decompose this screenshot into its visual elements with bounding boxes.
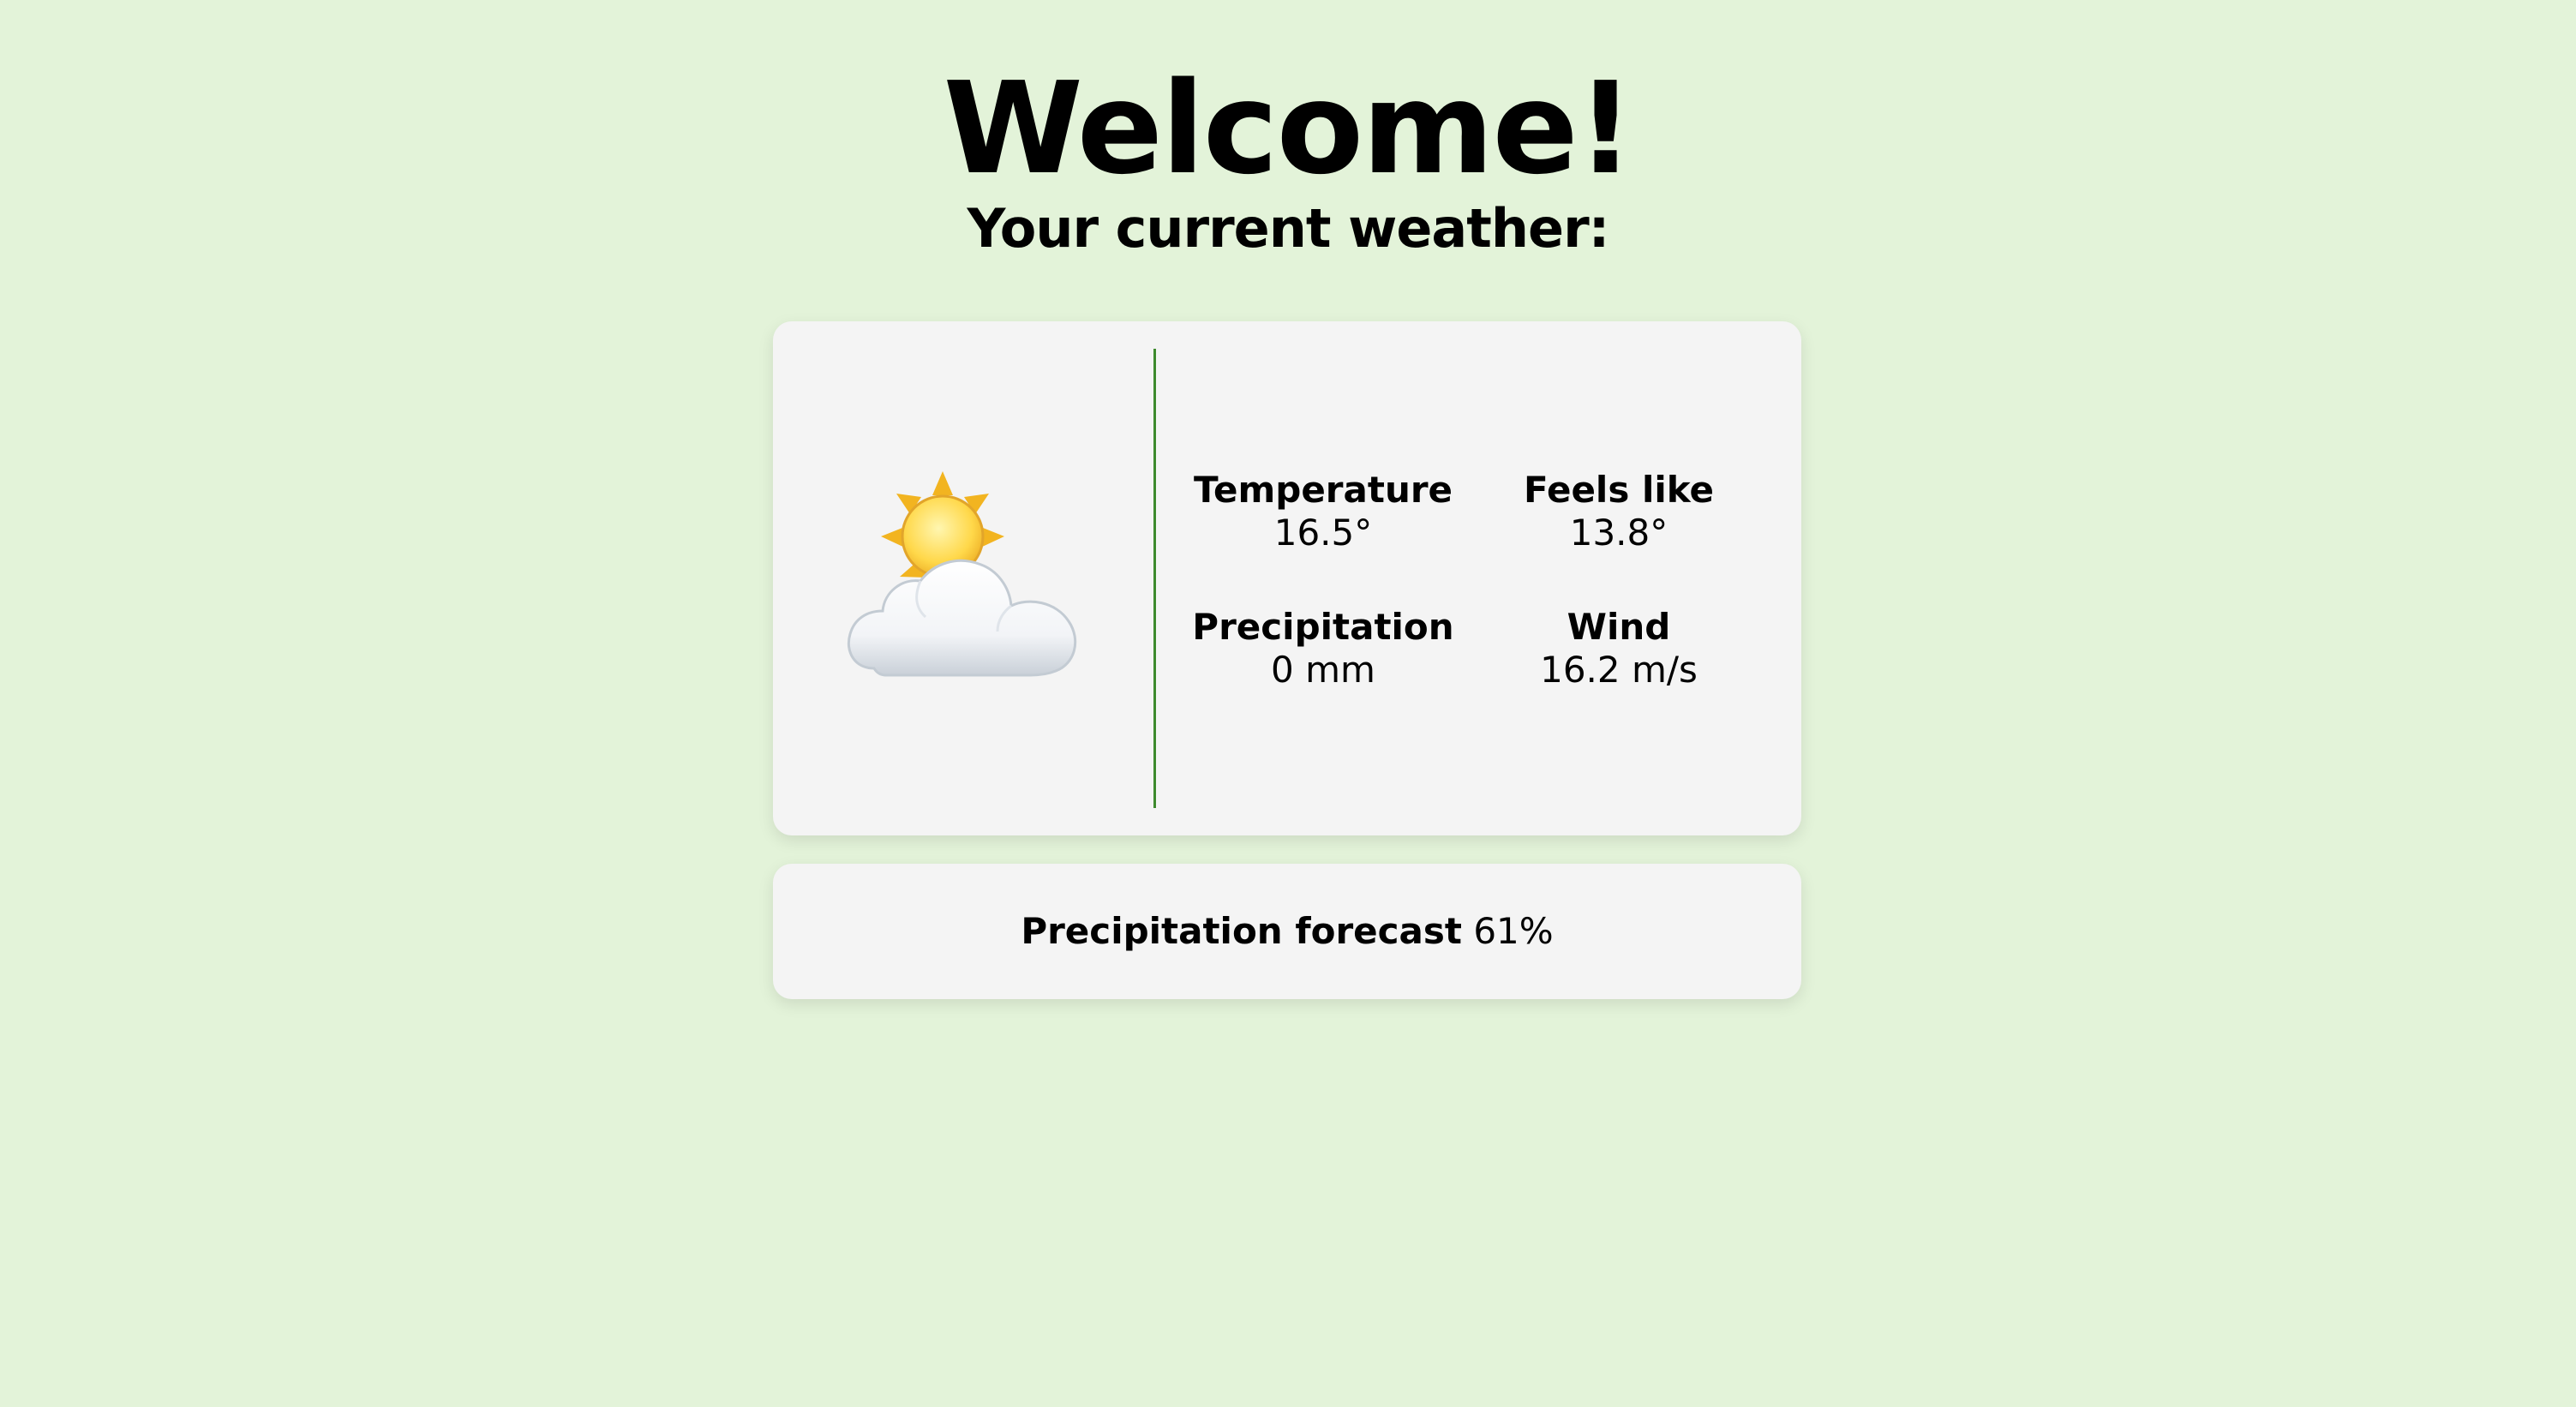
feels-like-value: 13.8° [1569,512,1668,554]
weather-icon-area [773,321,1154,835]
precipitation-value: 0 mm [1271,649,1375,691]
precipitation-forecast-card: Precipitation forecast 61% [773,864,1801,999]
page-header: Welcome! Your current weather: [0,60,2576,260]
temperature-label: Temperature [1193,469,1453,511]
feels-like-label: Feels like [1523,469,1715,511]
temperature-value: 16.5° [1273,512,1373,554]
wind-stat: Wind 16.2 m/s [1473,606,1764,692]
weather-stats: Temperature 16.5° Feels like 13.8° Preci… [1156,321,1801,835]
temperature-stat: Temperature 16.5° [1177,469,1469,554]
precipitation-forecast-value: 61% [1473,910,1554,952]
precipitation-forecast-label: Precipitation forecast [1021,910,1462,952]
sun-behind-cloud-icon [847,471,1077,677]
feels-like-stat: Feels like 13.8° [1473,469,1764,554]
page-subtitle: Your current weather: [967,197,1610,260]
wind-value: 16.2 m/s [1540,649,1698,691]
page-title: Welcome! [943,55,1635,202]
current-weather-card: Temperature 16.5° Feels like 13.8° Preci… [773,321,1801,835]
precipitation-label: Precipitation [1192,606,1454,648]
precipitation-stat: Precipitation 0 mm [1177,606,1469,692]
wind-label: Wind [1567,606,1671,648]
